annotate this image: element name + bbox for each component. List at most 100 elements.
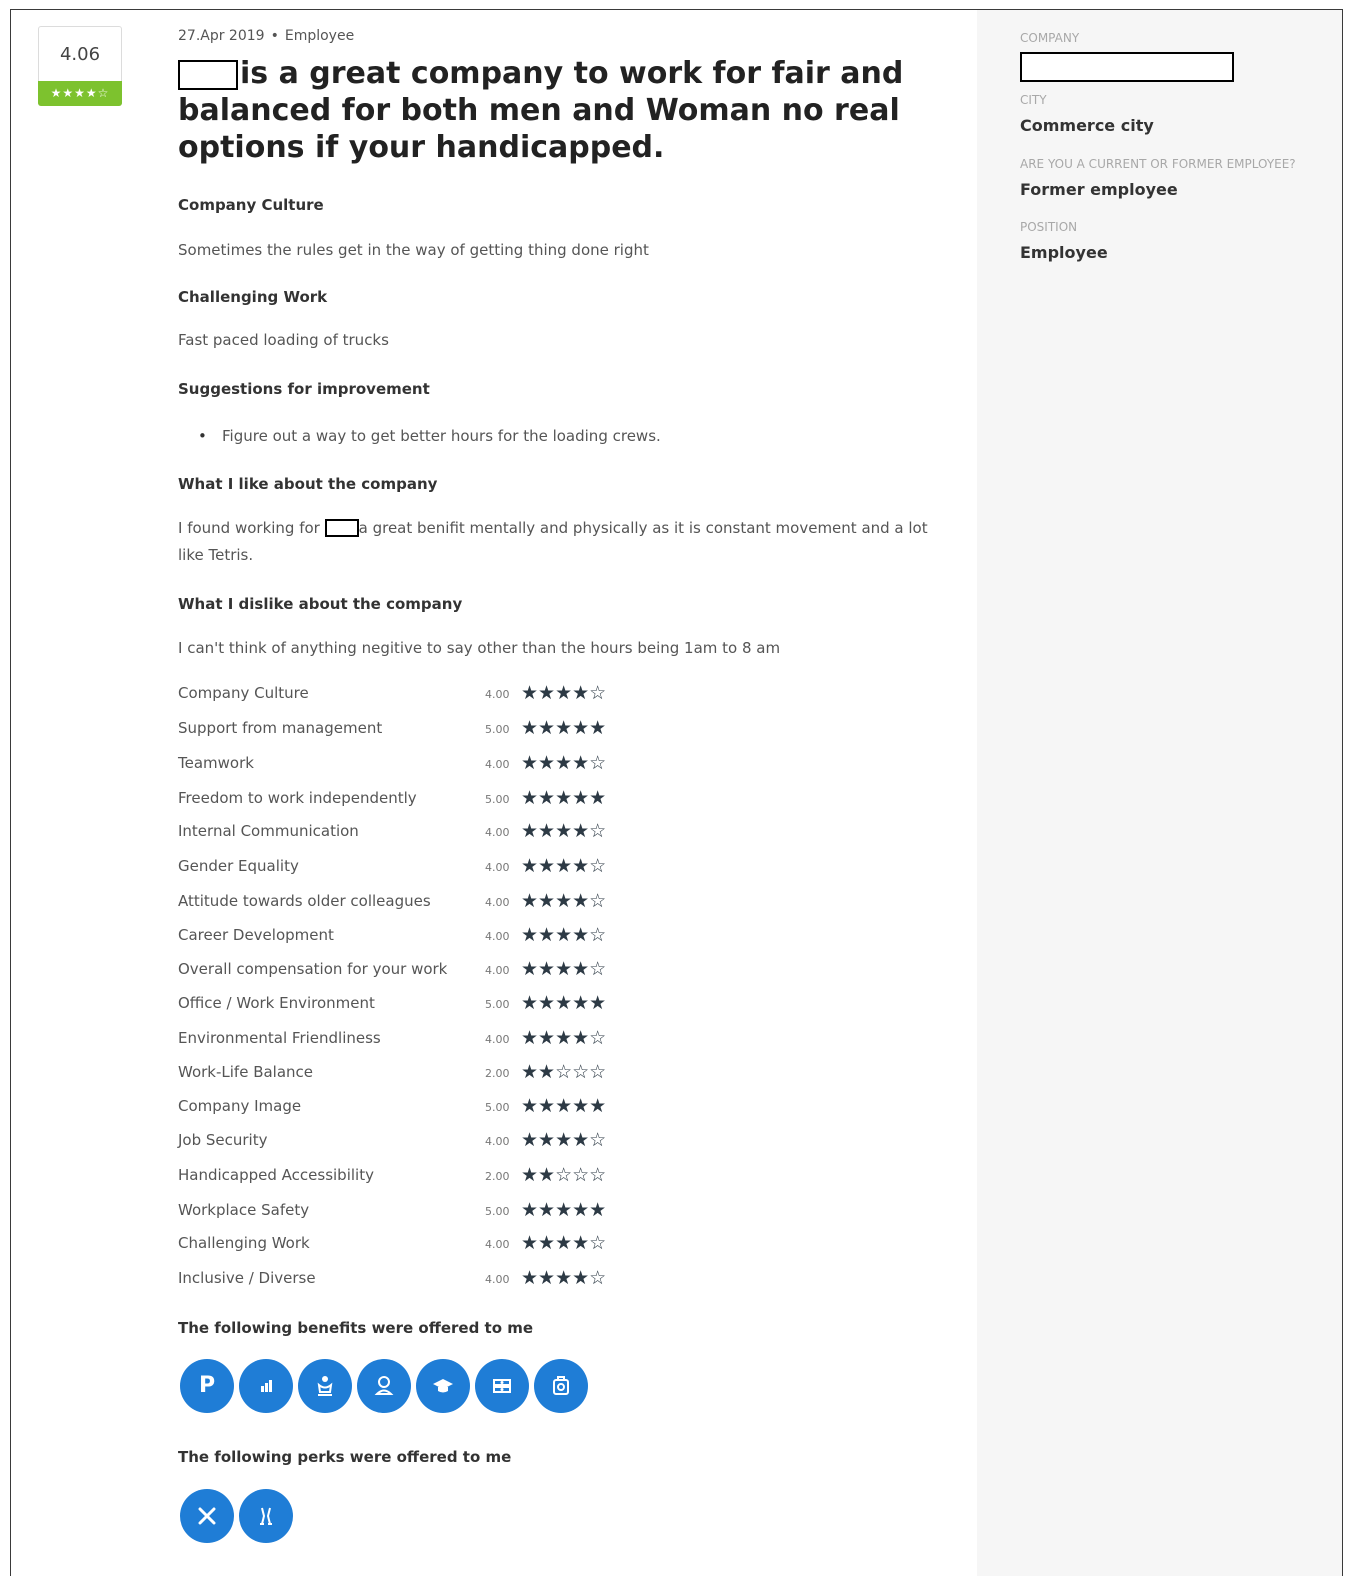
rating-value: 4.00 — [485, 930, 510, 943]
rating-value: 4.00 — [485, 1135, 510, 1148]
rating-value: 4.00 — [485, 758, 510, 771]
dislike-text: I can't think of anything negitive to sa… — [178, 639, 781, 657]
position-label: POSITION — [1020, 220, 1078, 234]
rating-row: Overall compensation for your work 4.00 ★★… — [178, 958, 638, 990]
celebration-icon — [239, 1489, 293, 1543]
suggestion-text: Figure out a way to get better hours for… — [222, 427, 661, 445]
review-title: is a great company to work for fair and … — [178, 55, 938, 166]
culture-text: Sometimes the rules get in the way of ge… — [178, 241, 649, 259]
rating-row: Office / Work Environment 5.00 ★★★★★ — [178, 992, 638, 1024]
rating-label: Attitude towards older colleagues — [178, 892, 431, 910]
rating-row: Gender Equality 4.00 ★★★★☆ — [178, 855, 638, 887]
rating-stars: ★★★★★ — [521, 787, 607, 809]
review-meta: 27.Apr 2019 • Employee — [178, 28, 354, 44]
employee-status-value: Former employee — [1020, 180, 1178, 199]
rating-label: Office / Work Environment — [178, 994, 375, 1012]
like-text: I found working for a great benifit ment… — [178, 515, 948, 569]
rating-row: Attitude towards older colleagues 4.00 ★★★… — [178, 890, 638, 922]
review-title-text: is a great company to work for fair and … — [178, 56, 904, 165]
review-role: Employee — [284, 28, 355, 44]
rating-stars: ★★★★★ — [521, 717, 607, 739]
childcare-icon — [298, 1359, 352, 1413]
rating-value: 4.00 — [485, 688, 510, 701]
employee-status-label: ARE YOU A CURRENT OR FORMER EMPLOYEE? — [1020, 157, 1296, 171]
user-badge-icon — [357, 1359, 411, 1413]
rating-row: Inclusive / Diverse 4.00 ★★★★☆ — [178, 1267, 638, 1299]
rating-row: Challenging Work 4.00 ★★★★☆ — [178, 1232, 638, 1264]
cutlery-icon — [180, 1489, 234, 1543]
challenging-heading: Challenging Work — [178, 288, 328, 306]
like-heading: What I like about the company — [178, 475, 438, 493]
review-date: 27.Apr 2019 — [178, 28, 265, 44]
money-icon — [475, 1359, 529, 1413]
rating-label: Job Security — [178, 1131, 268, 1149]
rating-stars: ★★★★☆ — [521, 958, 607, 980]
benefits-heading: The following benefits were offered to m… — [178, 1319, 534, 1337]
rating-stars: ★★★★☆ — [521, 1129, 607, 1151]
rating-value: 5.00 — [485, 723, 510, 736]
redacted-company-name — [178, 60, 238, 90]
rating-stars: ★★★★★ — [521, 992, 607, 1014]
rating-row: Job Security 4.00 ★★★★☆ — [178, 1129, 638, 1161]
rating-row: Company Image 5.00 ★★★★★ — [178, 1095, 638, 1127]
company-label: COMPANY — [1020, 31, 1080, 45]
rating-stars: ★★★★★ — [521, 1199, 607, 1221]
like-text-start: I found working for — [178, 519, 320, 537]
rating-value: 5.00 — [485, 1205, 510, 1218]
rating-stars: ★★★★☆ — [521, 820, 607, 842]
position-value: Employee — [1020, 243, 1108, 262]
rating-value: 5.00 — [485, 1101, 510, 1114]
rating-label: Internal Communication — [178, 822, 359, 840]
rating-label: Workplace Safety — [178, 1201, 310, 1219]
rating-row: Teamwork 4.00 ★★★★☆ — [178, 752, 638, 784]
city-value: Commerce city — [1020, 116, 1154, 135]
redacted-company-value — [1020, 52, 1234, 82]
rating-label: Company Image — [178, 1097, 302, 1115]
rating-stars: ★★★★☆ — [521, 682, 607, 704]
rating-value: 4.00 — [485, 861, 510, 874]
overall-score: 4.06 — [59, 44, 101, 65]
rating-row: Career Development 4.00 ★★★★☆ — [178, 924, 638, 956]
meta-separator: • — [270, 28, 279, 44]
dislike-heading: What I dislike about the company — [178, 595, 463, 613]
rating-stars: ★★★★☆ — [521, 855, 607, 877]
rating-stars: ★★★★☆ — [521, 752, 607, 774]
suggestion-item: • Figure out a way to get better hours fo… — [198, 427, 661, 445]
rating-row: Internal Communication 4.00 ★★★★☆ — [178, 820, 638, 852]
rating-label: Environmental Friendliness — [178, 1029, 381, 1047]
rating-stars: ★★★★☆ — [521, 890, 607, 912]
rating-label: Overall compensation for your work — [178, 960, 448, 978]
rating-label: Gender Equality — [178, 857, 299, 875]
rating-stars: ★★★★☆ — [521, 924, 607, 946]
rating-value: 4.00 — [485, 826, 510, 839]
bar-chart-icon — [239, 1359, 293, 1413]
overall-score-box: 4.06 ★★★★☆ — [38, 26, 122, 106]
rating-value: 4.00 — [485, 896, 510, 909]
rating-stars: ★★★★★ — [521, 1095, 607, 1117]
overall-star-badge: ★★★★☆ — [38, 81, 122, 106]
rating-value: 5.00 — [485, 793, 510, 806]
rating-stars: ★★★★☆ — [521, 1232, 607, 1254]
rating-label: Support from management — [178, 719, 383, 737]
rating-value: 2.00 — [485, 1170, 510, 1183]
rating-row: Company Culture 4.00 ★★★★☆ — [178, 682, 638, 714]
rating-stars: ★★★★☆ — [521, 1027, 607, 1049]
rating-value: 4.00 — [485, 1238, 510, 1251]
bullet: • — [198, 427, 207, 445]
perks-heading: The following perks were offered to me — [178, 1448, 512, 1466]
suggestions-heading: Suggestions for improvement — [178, 380, 430, 398]
rating-stars: ★★☆☆☆ — [521, 1164, 607, 1186]
rating-label: Freedom to work independently — [178, 789, 417, 807]
challenging-text: Fast paced loading of trucks — [178, 331, 389, 349]
rating-label: Challenging Work — [178, 1234, 310, 1252]
culture-heading: Company Culture — [178, 196, 324, 214]
rating-label: Inclusive / Diverse — [178, 1269, 316, 1287]
rating-row: Support from management 5.00 ★★★★★ — [178, 717, 638, 749]
rating-label: Career Development — [178, 926, 334, 944]
rating-stars: ★★☆☆☆ — [521, 1061, 607, 1083]
rating-label: Company Culture — [178, 684, 309, 702]
rating-value: 5.00 — [485, 998, 510, 1011]
rating-row: Workplace Safety 5.00 ★★★★★ — [178, 1199, 638, 1231]
rating-value: 4.00 — [485, 1033, 510, 1046]
parking-icon: P — [180, 1359, 234, 1413]
